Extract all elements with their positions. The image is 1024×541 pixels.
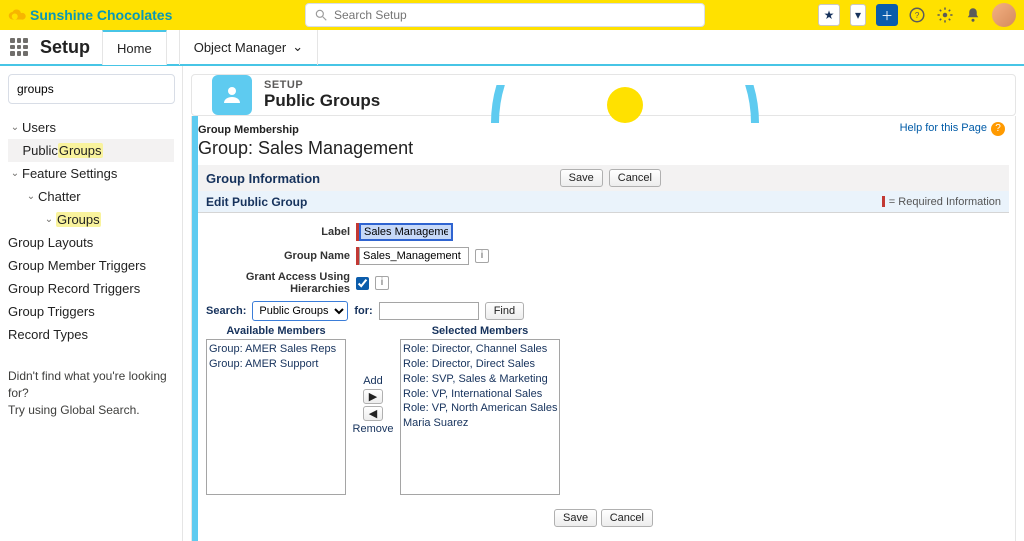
list-item[interactable]: Role: Director, Channel Sales	[403, 342, 557, 357]
cancel-button-top[interactable]: Cancel	[609, 169, 661, 187]
tree-rt-label: Record Types	[8, 327, 88, 342]
tree-users-label: Users	[22, 120, 56, 135]
list-item[interactable]: Role: Director, Direct Sales	[403, 357, 557, 372]
page-title: Public Groups	[264, 91, 380, 111]
help-icon[interactable]: ?	[908, 6, 926, 24]
cloud-icon	[8, 6, 26, 24]
required-note: = Required Information	[882, 196, 1001, 208]
edit-section-title: Edit Public Group	[206, 195, 307, 209]
sidebar-foot-line1: Didn't find what you're looking for?	[8, 368, 174, 402]
tree-users[interactable]: ⌄Users	[8, 116, 174, 139]
search-label: Search:	[206, 305, 246, 317]
gear-icon[interactable]	[936, 6, 954, 24]
info-icon[interactable]: i	[375, 276, 389, 290]
remove-label: Remove	[353, 423, 394, 435]
list-item[interactable]: Group: AMER Support	[209, 357, 343, 372]
save-button-top[interactable]: Save	[560, 169, 603, 187]
global-search-input[interactable]	[334, 8, 696, 22]
bell-icon[interactable]	[964, 6, 982, 24]
tree-grt-label: Group Record Triggers	[8, 281, 140, 296]
section-title: Group Information	[206, 171, 320, 186]
favorites-dropdown[interactable]: ▾	[850, 4, 866, 26]
required-note-text: = Required Information	[889, 196, 1001, 208]
list-item[interactable]: Role: SVP, Sales & Marketing	[403, 372, 557, 387]
group-name-label: Group Name	[206, 250, 356, 262]
help-link[interactable]: Help for this Page?	[900, 122, 1005, 136]
tab-object-manager[interactable]: Object Manager ⌄	[179, 29, 318, 65]
available-label: Available Members	[206, 325, 346, 337]
setup-search-input[interactable]	[17, 82, 172, 96]
grant-label: Grant Access Using Hierarchies	[206, 271, 356, 295]
label-label: Label	[206, 226, 356, 238]
user-icon	[212, 75, 252, 115]
remove-button[interactable]: ◀	[363, 406, 383, 421]
app-launcher-icon[interactable]	[10, 38, 28, 56]
for-label: for:	[354, 305, 372, 317]
save-button-bottom[interactable]: Save	[554, 509, 597, 527]
favorites-star[interactable]: ★	[818, 4, 840, 26]
tree-chatter[interactable]: ⌄Chatter	[8, 185, 174, 208]
group-title: Group: Sales Management	[198, 138, 1009, 159]
tab-home[interactable]: Home	[102, 29, 167, 65]
tree-group-triggers[interactable]: Group Triggers	[8, 300, 174, 323]
group-name-input[interactable]	[359, 247, 469, 265]
tree-feature-label: Feature Settings	[22, 166, 117, 181]
app-name: Setup	[40, 37, 90, 58]
tree-group-layouts-label: Group Layouts	[8, 235, 93, 250]
add-label: Add	[363, 375, 383, 387]
selected-label: Selected Members	[400, 325, 560, 337]
tree-chatter-label: Chatter	[38, 189, 81, 204]
list-item[interactable]: Maria Suarez	[403, 416, 557, 431]
tab-home-label: Home	[117, 41, 152, 56]
cancel-button-bottom[interactable]: Cancel	[601, 509, 653, 527]
search-for-input[interactable]	[379, 302, 479, 320]
sidebar-footer: Didn't find what you're looking for? Try…	[8, 368, 174, 418]
global-search[interactable]	[305, 3, 705, 27]
list-item[interactable]: Group: AMER Sales Reps	[209, 342, 343, 357]
sidebar-foot-line2: Try using Global Search.	[8, 402, 174, 419]
tree-public-groups[interactable]: Public Groups	[8, 139, 174, 162]
tree-gt-label: Group Triggers	[8, 304, 95, 319]
setup-search[interactable]	[8, 74, 175, 104]
tree-public-groups-hl: Groups	[58, 143, 103, 158]
svg-text:?: ?	[915, 11, 920, 20]
add-button[interactable]: ▶	[363, 389, 383, 404]
tree-public-groups-prefix: Public	[22, 143, 57, 158]
global-actions[interactable]: ＋	[876, 4, 898, 26]
brand: Sunshine Chocolates	[8, 6, 172, 24]
info-icon[interactable]: i	[475, 249, 489, 263]
grant-checkbox[interactable]	[356, 277, 369, 290]
help-link-label: Help for this Page	[900, 122, 987, 134]
tree-group-record-triggers[interactable]: Group Record Triggers	[8, 277, 174, 300]
group-membership-label: Group Membership	[198, 124, 1009, 138]
tree-feature-settings[interactable]: ⌄Feature Settings	[8, 162, 174, 185]
search-scope-select[interactable]: Public Groups	[252, 301, 348, 321]
chevron-down-icon: ⌄	[42, 214, 56, 225]
tree-group-layouts[interactable]: Group Layouts	[8, 231, 174, 254]
tree-group-member-triggers[interactable]: Group Member Triggers	[8, 254, 174, 277]
chevron-down-icon: ⌄	[8, 168, 22, 179]
list-item[interactable]: Role: VP, North American Sales	[403, 401, 557, 416]
tree-groups[interactable]: ⌄Groups	[8, 208, 174, 231]
tree-record-types[interactable]: Record Types	[8, 323, 174, 346]
find-button[interactable]: Find	[485, 302, 524, 320]
label-input[interactable]	[359, 223, 453, 241]
chevron-down-icon: ⌄	[292, 39, 303, 55]
content-stripe	[192, 116, 198, 541]
help-icon: ?	[991, 122, 1005, 136]
avatar[interactable]	[992, 3, 1016, 27]
chevron-down-icon: ⌄	[8, 122, 22, 133]
search-icon	[314, 8, 328, 22]
list-item[interactable]: Role: VP, International Sales	[403, 387, 557, 402]
available-members-list[interactable]: Group: AMER Sales RepsGroup: AMER Suppor…	[206, 339, 346, 495]
chevron-down-icon: ⌄	[24, 191, 38, 202]
hero-setup-label: SETUP	[264, 79, 380, 91]
selected-members-list[interactable]: Role: Director, Channel SalesRole: Direc…	[400, 339, 560, 495]
tree-groups-label: Groups	[56, 212, 101, 227]
tab-object-manager-label: Object Manager	[194, 40, 287, 55]
tree-gmt-label: Group Member Triggers	[8, 258, 146, 273]
brand-name: Sunshine Chocolates	[30, 7, 172, 23]
